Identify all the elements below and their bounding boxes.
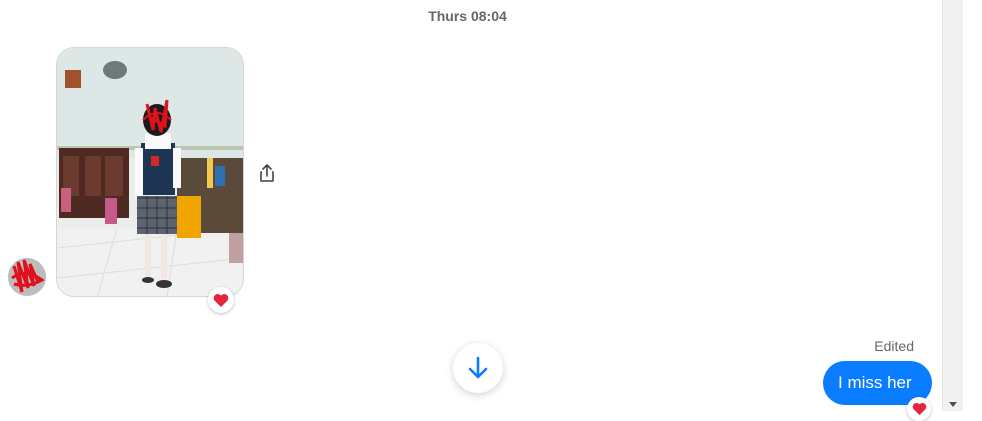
photo-message[interactable] (56, 47, 244, 297)
photo-image (57, 48, 243, 296)
heart-reaction-icon (912, 402, 926, 416)
scrollbar-down-arrow-icon[interactable] (949, 402, 957, 407)
share-icon (260, 164, 274, 182)
arrow-down-icon (468, 356, 488, 379)
thread-timestamp: Thurs 08:04 (428, 8, 507, 24)
avatar-redaction-scribble (8, 258, 46, 296)
heart-reaction-icon (213, 293, 229, 307)
vertical-scrollbar[interactable] (942, 0, 963, 411)
edited-label: Edited (874, 338, 914, 354)
share-button[interactable] (257, 162, 277, 184)
chat-thread: Thurs 08:04 Edited I miss her (0, 0, 942, 421)
scroll-to-bottom-button[interactable] (453, 343, 503, 393)
message-reaction[interactable] (907, 397, 931, 421)
photo-reaction[interactable] (208, 287, 234, 313)
window-edge (963, 0, 982, 411)
sender-avatar[interactable] (8, 258, 46, 296)
